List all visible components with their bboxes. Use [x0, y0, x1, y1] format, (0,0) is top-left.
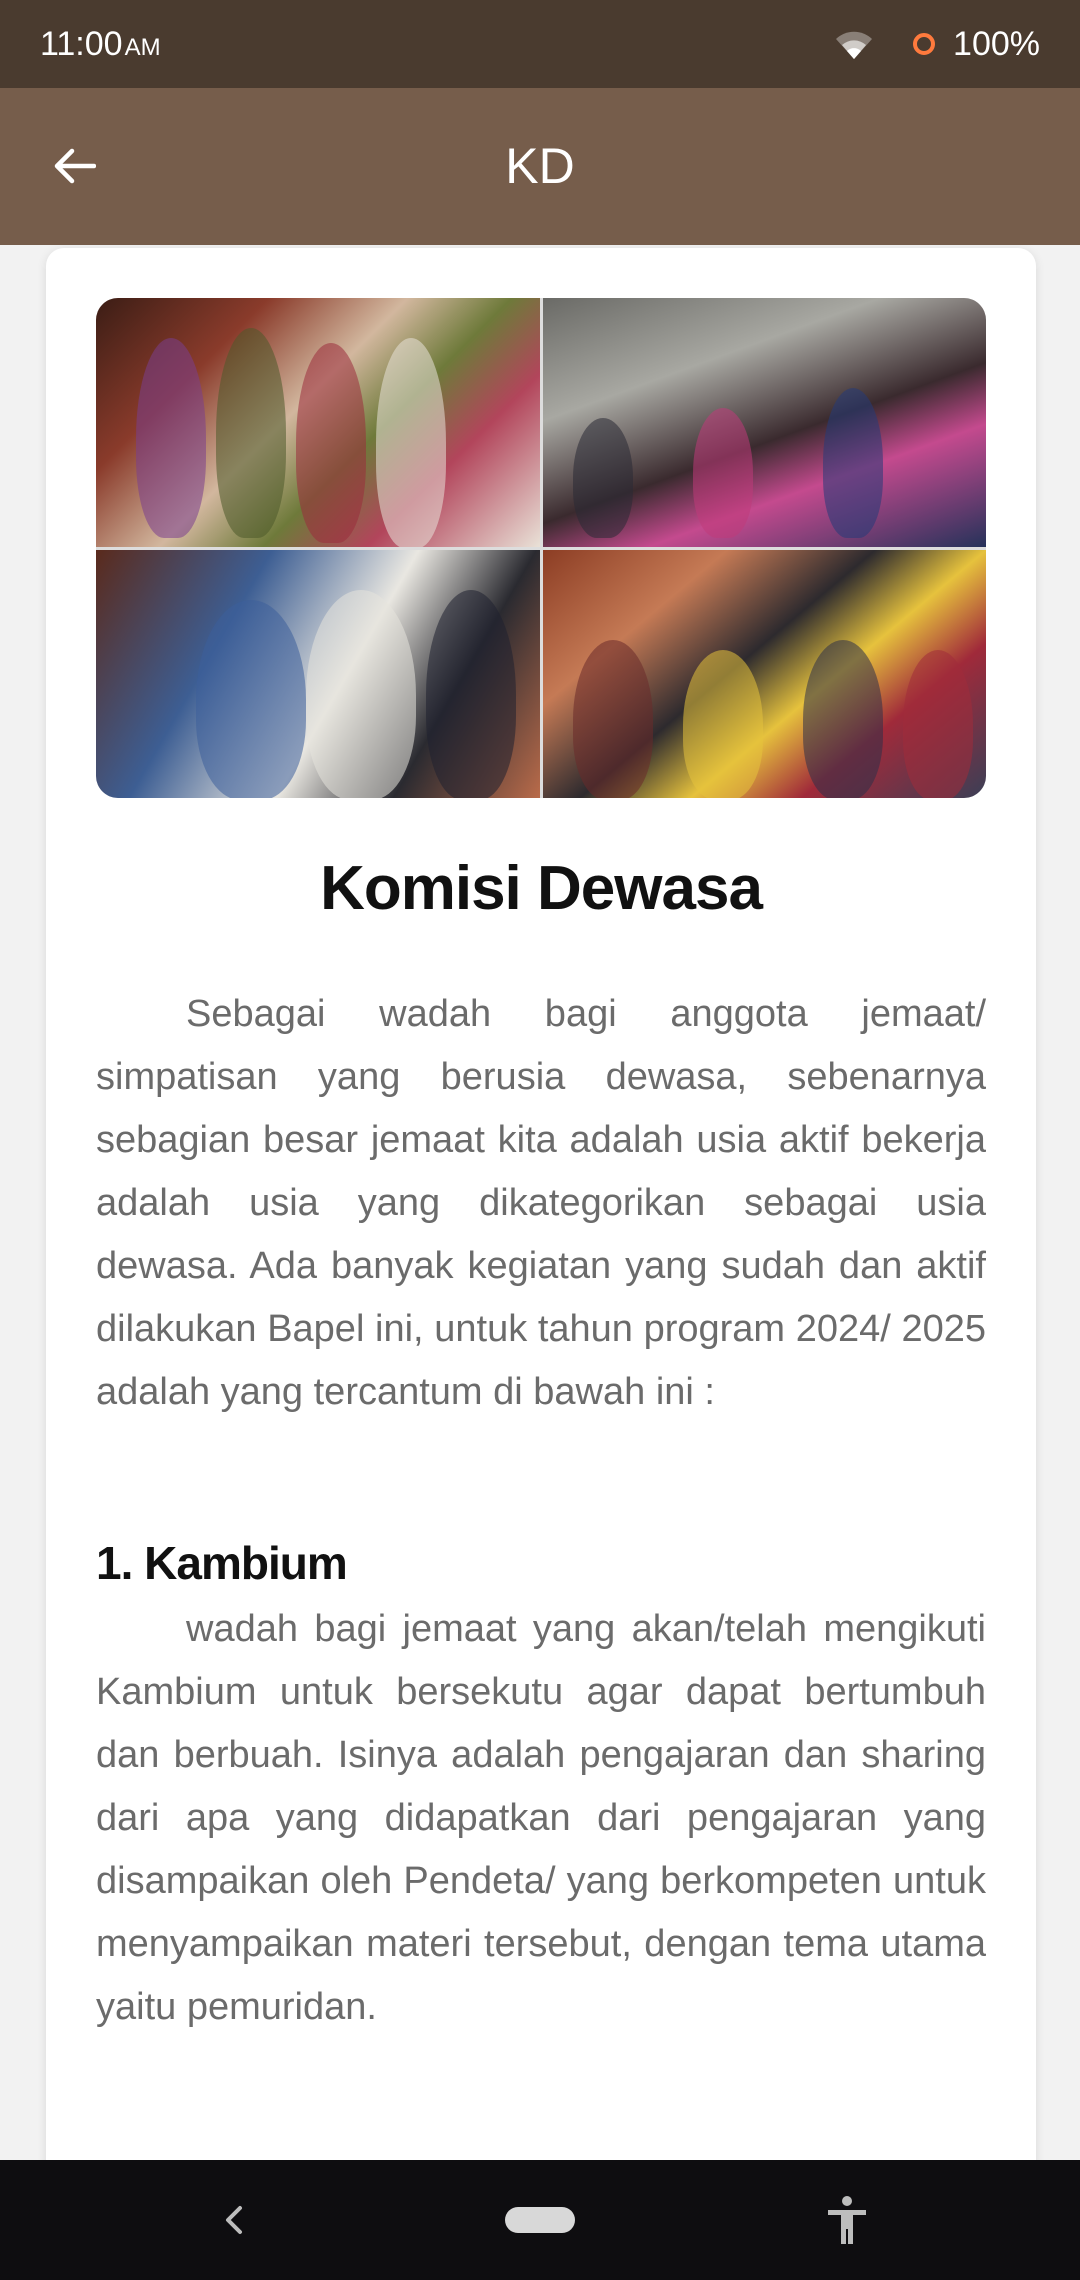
article-card: Komisi Dewasa Sebagai wadah bagi anggota… [46, 248, 1036, 2160]
nav-back-icon[interactable] [214, 2196, 254, 2244]
section-heading-kambium: 1. Kambium [96, 1537, 348, 1589]
wifi-icon [836, 31, 873, 59]
app-title: KD [505, 138, 575, 194]
status-time-ampm: AM [124, 34, 161, 61]
hero-photo-congregation [542, 549, 986, 798]
battery-percentage: 100% [953, 24, 1040, 63]
system-nav-bar [0, 2160, 1080, 2280]
back-button[interactable] [34, 126, 114, 206]
arrow-left-icon [54, 148, 96, 184]
status-time: 11:00AM [40, 22, 161, 70]
hero-photo-singers [96, 549, 540, 798]
section-body-kambium: wadah bagi jemaat yang akan/telah mengik… [96, 1608, 986, 2028]
hero-photo-hall [542, 298, 986, 547]
status-time-value: 11:00 [40, 25, 123, 63]
page-title: Komisi Dewasa [320, 854, 763, 923]
status-indicators: 100% [833, 22, 1040, 66]
scroll-content[interactable]: Komisi Dewasa Sebagai wadah bagi anggota… [0, 245, 1080, 2160]
app-bar: KD [0, 88, 1080, 245]
hero-image [96, 298, 986, 798]
status-bar: 11:00AM 100% [0, 0, 1080, 88]
nav-home-pill[interactable] [505, 2207, 575, 2233]
battery-ring-icon [913, 33, 936, 55]
intro-paragraph: Sebagai wadah bagi anggota jemaat/ simpa… [96, 993, 986, 1413]
hero-photo-worship [96, 298, 540, 547]
accessibility-icon[interactable] [822, 2194, 872, 2246]
